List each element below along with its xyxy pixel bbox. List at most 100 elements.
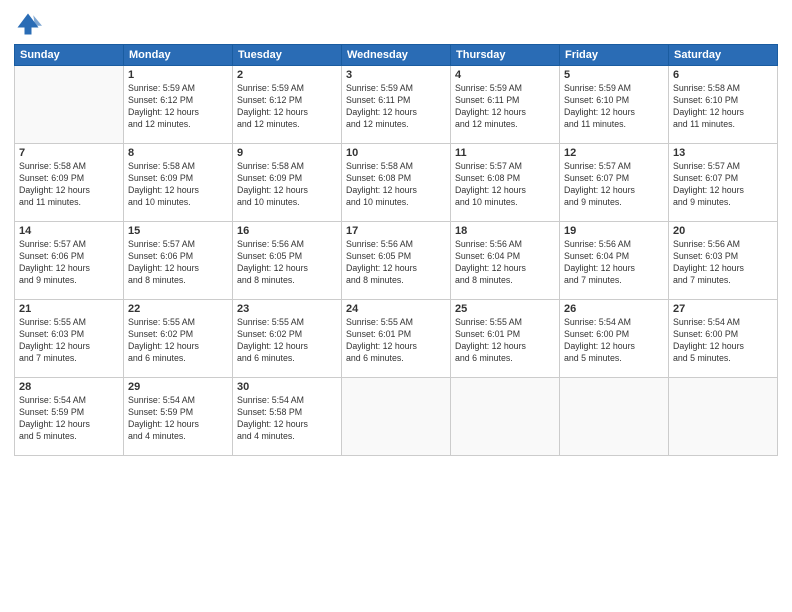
day-info: Sunrise: 5:59 AMSunset: 6:11 PMDaylight:… <box>346 83 446 131</box>
day-info-line: and 12 minutes. <box>128 119 191 129</box>
day-info-line: and 7 minutes. <box>564 275 622 285</box>
day-info-line: Sunrise: 5:55 AM <box>237 317 304 327</box>
day-number: 13 <box>673 147 773 159</box>
week-row-2: 7Sunrise: 5:58 AMSunset: 6:09 PMDaylight… <box>15 144 778 222</box>
day-info: Sunrise: 5:58 AM Sunset: 6:10 PM Daylight:… <box>673 83 773 131</box>
calendar-cell: 23 Sunrise: 5:55 AMSunset: 6:02 PMDayligh… <box>233 300 342 378</box>
day-info-line: Sunset: 6:03 PM <box>19 329 84 339</box>
day-info-line: Sunrise: 5:58 AM <box>673 83 740 93</box>
col-tuesday: Tuesday <box>233 45 342 66</box>
day-info-line: Sunset: 5:59 PM <box>19 407 84 417</box>
day-info-line: Sunrise: 5:55 AM <box>128 317 195 327</box>
day-number: 9 <box>237 147 337 159</box>
day-info-line: Sunset: 6:06 PM <box>128 251 193 261</box>
day-info-line: Sunset: 6:10 PM <box>564 95 629 105</box>
logo <box>14 10 46 38</box>
day-info: Sunrise: 5:56 AMSunset: 6:04 PMDaylight:… <box>564 239 664 287</box>
day-info-line: Daylight: 12 hours <box>673 185 744 195</box>
day-info-line: Sunrise: 5:56 AM <box>346 239 413 249</box>
day-info-line: Daylight: 12 hours <box>237 107 308 117</box>
calendar-cell: 20Sunrise: 5:56 AMSunset: 6:03 PMDayligh… <box>669 222 778 300</box>
day-number: 14 <box>19 225 119 237</box>
day-info-line: Sunrise: 5:59 AM <box>237 83 304 93</box>
week-row-3: 14 Sunrise: 5:57 AM Sunset: 6:06 PM Dayligh… <box>15 222 778 300</box>
day-info-line: Sunset: 6:10 PM <box>673 95 738 105</box>
calendar-cell: 9Sunrise: 5:58 AMSunset: 6:09 PMDaylight… <box>233 144 342 222</box>
day-info-line: and 9 minutes. <box>564 197 622 207</box>
day-info-line: Sunset: 6:09 PM <box>19 173 84 183</box>
day-number: 19 <box>564 225 664 237</box>
day-info-line: Daylight: 12 hours <box>564 107 635 117</box>
day-info-line: Daylight: 12 hours <box>455 263 526 273</box>
day-number: 4 <box>455 69 555 81</box>
day-info-line: Sunrise: 5:57 AM <box>455 161 522 171</box>
calendar-cell: 29Sunrise: 5:54 AMSunset: 5:59 PMDayligh… <box>124 378 233 456</box>
day-info-line: Daylight: 12 hours <box>346 263 417 273</box>
day-info-line: Daylight: 12 hours <box>673 107 744 117</box>
day-info-line: Sunrise: 5:57 AM <box>19 239 86 249</box>
day-info-line: Sunrise: 5:55 AM <box>19 317 86 327</box>
day-info-line: Daylight: 12 hours <box>128 185 199 195</box>
day-info-line: Sunset: 6:09 PM <box>128 173 193 183</box>
day-info-line: Sunrise: 5:54 AM <box>19 395 86 405</box>
day-info: Sunrise: 5:59 AMSunset: 6:12 PMDaylight:… <box>237 83 337 131</box>
day-number: 3 <box>346 69 446 81</box>
calendar-cell: 30Sunrise: 5:54 AMSunset: 5:58 PMDayligh… <box>233 378 342 456</box>
day-info-line: Sunset: 6:11 PM <box>455 95 519 105</box>
day-info-line: and 12 minutes. <box>455 119 518 129</box>
day-number: 23 <box>237 303 337 315</box>
day-info: Sunrise: 5:57 AMSunset: 6:08 PMDaylight:… <box>455 161 555 209</box>
calendar-cell <box>342 378 451 456</box>
day-info-line: Daylight: 12 hours <box>128 107 199 117</box>
day-info-line: Sunset: 6:00 PM <box>564 329 629 339</box>
day-info: Sunrise: 5:55 AM Sunset: 6:03 PM Daylight:… <box>19 317 119 365</box>
day-info-line: Daylight: 12 hours <box>19 341 90 351</box>
day-info: Sunrise: 5:57 AMSunset: 6:07 PMDaylight:… <box>673 161 773 209</box>
page: Sunday Monday Tuesday Wednesday Thursday… <box>0 0 792 612</box>
calendar-cell: 6Sunrise: 5:58 AMSunset: 6:10 PMDaylight… <box>669 66 778 144</box>
calendar-cell: 12Sunrise: 5:57 AMSunset: 6:07 PMDayligh… <box>560 144 669 222</box>
day-info-line: Sunrise: 5:56 AM <box>455 239 522 249</box>
day-info-line: Daylight: 12 hours <box>455 107 526 117</box>
day-number: 15 <box>128 225 228 237</box>
col-wednesday: Wednesday <box>342 45 451 66</box>
day-info-line: Sunset: 6:11 PM <box>346 95 410 105</box>
day-info-line: and 5 minutes. <box>564 353 622 363</box>
day-info-line: Daylight: 12 hours <box>673 263 744 273</box>
day-info-line: Daylight: 12 hours <box>673 341 744 351</box>
day-info: Sunrise: 5:58 AMSunset: 6:08 PMDaylight:… <box>346 161 446 209</box>
day-info-line: and 8 minutes. <box>455 275 513 285</box>
day-info-line: Sunrise: 5:58 AM <box>128 161 195 171</box>
day-info-line: Sunrise: 5:58 AM <box>237 161 304 171</box>
day-info-line: and 12 minutes. <box>237 119 300 129</box>
calendar-cell: 28Sunrise: 5:54 AMSunset: 5:59 PMDayligh… <box>15 378 124 456</box>
calendar-cell: 26Sunrise: 5:54 AMSunset: 6:00 PMDayligh… <box>560 300 669 378</box>
day-number: 26 <box>564 303 664 315</box>
day-info-line: Sunrise: 5:55 AM <box>346 317 413 327</box>
day-info-line: and 10 minutes. <box>346 197 409 207</box>
day-info-line: and 9 minutes. <box>19 275 77 285</box>
day-number: 1 <box>128 69 228 81</box>
calendar-cell: 19 Sunrise: 5:56 AMSunset: 6:04 PMDayligh… <box>560 222 669 300</box>
day-info-line: and 10 minutes. <box>128 197 191 207</box>
calendar-cell <box>451 378 560 456</box>
day-number: 17 <box>346 225 446 237</box>
day-info-line: Daylight: 12 hours <box>455 341 526 351</box>
day-info-line: Sunrise: 5:54 AM <box>128 395 195 405</box>
day-info-line: Daylight: 12 hours <box>564 185 635 195</box>
day-number: 5 <box>564 69 664 81</box>
day-info-line: Sunrise: 5:58 AM <box>346 161 413 171</box>
day-info-line: Sunset: 5:59 PM <box>128 407 193 417</box>
day-info-line: Sunset: 6:05 PM <box>237 251 302 261</box>
day-info-line: and 6 minutes. <box>237 353 295 363</box>
calendar-cell: 11Sunrise: 5:57 AMSunset: 6:08 PMDayligh… <box>451 144 560 222</box>
day-number: 28 <box>19 381 119 393</box>
day-info-line: Sunrise: 5:54 AM <box>673 317 740 327</box>
day-info: Sunrise: 5:54 AMSunset: 5:59 PMDaylight:… <box>19 395 119 443</box>
day-info-line: Daylight: 12 hours <box>455 185 526 195</box>
col-friday: Friday <box>560 45 669 66</box>
day-info-line: and 6 minutes. <box>128 353 186 363</box>
day-info-line: Sunrise: 5:59 AM <box>455 83 522 93</box>
day-info: Sunrise: 5:55 AMSunset: 6:02 PMDaylight:… <box>237 317 337 365</box>
calendar-cell: 10Sunrise: 5:58 AMSunset: 6:08 PMDayligh… <box>342 144 451 222</box>
